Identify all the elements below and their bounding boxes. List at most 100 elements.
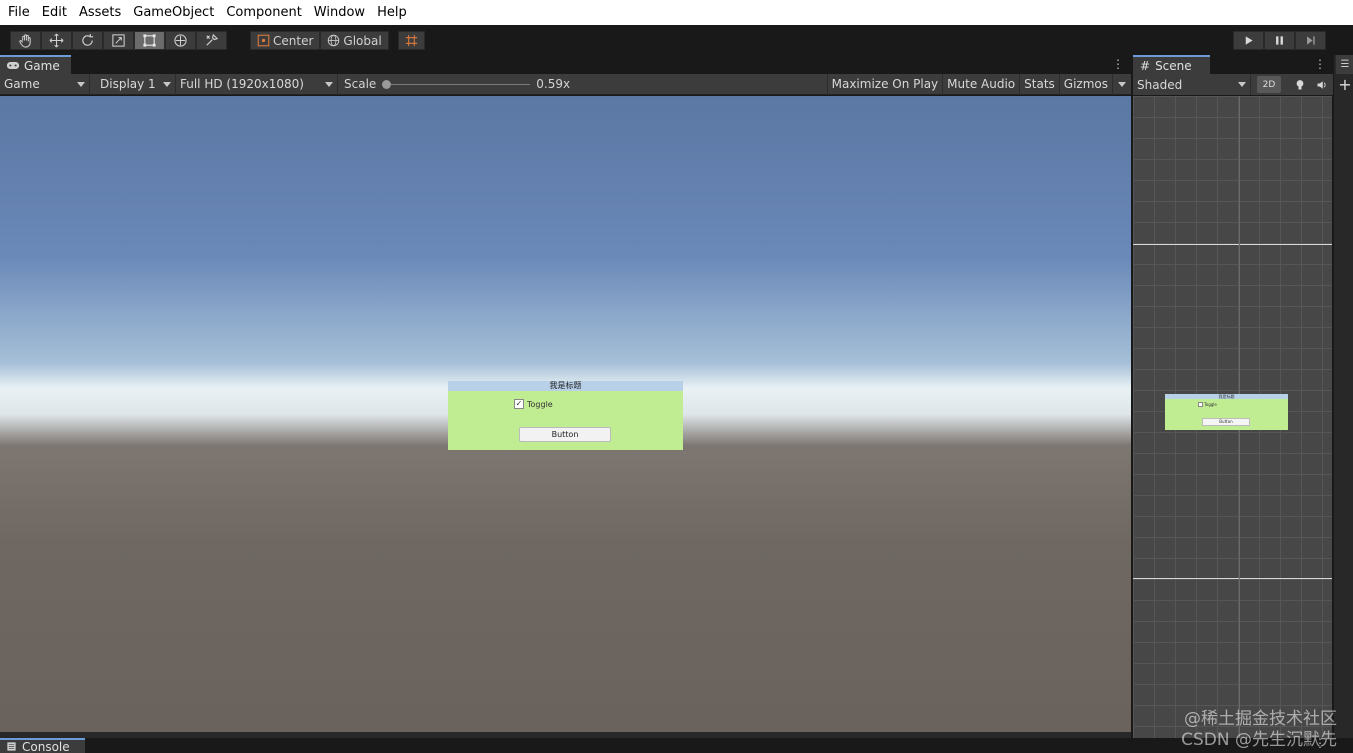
pivot-icon <box>257 34 270 47</box>
scale-slider[interactable] <box>382 79 531 90</box>
scale-icon <box>112 34 125 47</box>
game-view-select[interactable]: Game <box>0 73 90 95</box>
menu-component[interactable]: Component <box>220 0 307 25</box>
ui-panel-title: 我是标题 <box>448 381 683 391</box>
mute-audio-button[interactable]: Mute Audio <box>942 73 1019 95</box>
console-tab-bar: Console ⋮ <box>0 736 1353 753</box>
transform-tool-button[interactable] <box>165 31 196 50</box>
hierarchy-list-icon[interactable]: ☰ <box>1336 55 1353 74</box>
maximize-on-play-button[interactable]: Maximize On Play <box>826 73 943 95</box>
scene-tab-bar: # Scene ⋮ <box>1133 55 1333 74</box>
ui-toggle[interactable]: ✓ Toggle <box>514 399 553 409</box>
chevron-down-icon <box>77 81 85 87</box>
tab-game[interactable]: Game <box>0 55 71 74</box>
pause-button[interactable] <box>1264 31 1295 50</box>
step-icon <box>1307 36 1315 45</box>
scale-value: 0.59x <box>536 77 571 91</box>
game-viewport[interactable]: 我是标题 ✓ Toggle Button <box>0 96 1131 732</box>
add-icon[interactable]: + <box>1337 75 1353 94</box>
gizmos-button[interactable]: Gizmos <box>1058 73 1112 95</box>
gamepad-icon <box>6 62 20 69</box>
scene-2d-toggle[interactable]: 2D <box>1257 76 1281 93</box>
menu-edit[interactable]: Edit <box>36 0 73 25</box>
gizmos-dropdown-button[interactable] <box>1112 73 1131 95</box>
scale-slider-thumb[interactable] <box>382 79 392 89</box>
lightbulb-icon <box>1296 79 1304 89</box>
game-view-select-value: Game <box>4 77 40 91</box>
chevron-down-icon <box>1118 81 1126 87</box>
shading-mode-value: Shaded <box>1137 77 1183 92</box>
scene-control-bar: Shaded 2D <box>1133 74 1333 95</box>
canvas-bottom-edge <box>1133 578 1332 579</box>
menu-assets[interactable]: Assets <box>73 0 127 25</box>
globe-icon <box>328 34 340 47</box>
playmode-group <box>1233 31 1326 50</box>
scale-control: Scale 0.59x <box>338 74 576 95</box>
hand-tool-button[interactable] <box>10 31 41 50</box>
play-button[interactable] <box>1233 31 1264 50</box>
chevron-down-icon <box>325 81 333 87</box>
tab-game-label: Game <box>24 58 60 73</box>
grid-snap-button[interactable] <box>398 31 425 50</box>
step-button[interactable] <box>1295 31 1326 50</box>
speaker-icon <box>1317 80 1326 89</box>
checkmark-icon[interactable]: ✓ <box>514 399 524 409</box>
grid-snap-icon <box>405 34 418 47</box>
move-tool-button[interactable] <box>41 31 72 50</box>
ui-panel: 我是标题 ✓ Toggle Button <box>448 381 683 450</box>
shading-mode-select[interactable]: Shaded <box>1133 74 1251 95</box>
ui-button[interactable]: Button <box>519 427 611 442</box>
chevron-down-icon <box>1238 82 1246 87</box>
stats-button[interactable]: Stats <box>1019 73 1059 95</box>
scene-more-menu-icon[interactable]: ⋮ <box>1314 55 1326 74</box>
pivot-label: Center <box>273 33 314 48</box>
rotate-icon <box>82 33 94 46</box>
main-toolbar: Center Global <box>0 25 1353 55</box>
hand-icon <box>19 34 31 48</box>
scene-ui-panel[interactable]: 我是标题 Toggle Button <box>1165 394 1288 430</box>
ui-toggle-label: Toggle <box>527 399 553 409</box>
game-more-menu-icon[interactable]: ⋮ <box>1112 55 1124 74</box>
display-select-value: Display 1 <box>100 77 156 91</box>
tab-console[interactable]: Console <box>0 738 85 753</box>
menu-help[interactable]: Help <box>371 0 413 25</box>
right-side-panel-strip: ☰ + <box>1333 55 1353 738</box>
menu-gameobject[interactable]: GameObject <box>127 0 220 25</box>
scene-lighting-button[interactable] <box>1289 74 1311 95</box>
move-icon <box>49 33 64 48</box>
tab-console-label: Console <box>22 739 70 753</box>
space-global-button[interactable]: Global <box>320 31 389 50</box>
scene-viewport[interactable]: 我是标题 Toggle Button <box>1133 96 1332 738</box>
scale-slider-track <box>382 83 531 85</box>
console-icon <box>7 742 16 751</box>
tab-scene-label: Scene <box>1155 58 1192 73</box>
scale-label: Scale <box>344 77 377 91</box>
custom-tool-icon <box>206 33 219 46</box>
game-tab-bar: Game ⋮ <box>0 55 1131 74</box>
pivot-center-button[interactable]: Center <box>250 31 321 50</box>
tab-scene[interactable]: # Scene <box>1133 55 1210 74</box>
play-icon <box>1245 36 1253 45</box>
pivot-group: Center Global <box>250 31 389 50</box>
resolution-select-value: Full HD (1920x1080) <box>180 77 304 91</box>
game-control-bar: Game Display 1 Full HD (1920x1080) Scale… <box>0 73 1131 95</box>
scene-ui-toggle: Toggle <box>1198 402 1217 407</box>
watermark-line-1: @稀土掘金技术社区 <box>1184 709 1337 729</box>
snap-group <box>398 31 425 50</box>
resolution-select[interactable]: Full HD (1920x1080) <box>176 73 338 95</box>
menu-file[interactable]: File <box>2 0 36 25</box>
rect-tool-button[interactable] <box>134 31 165 50</box>
scene-ui-button: Button <box>1202 418 1250 426</box>
display-select[interactable]: Display 1 <box>90 73 176 95</box>
scale-tool-button[interactable] <box>103 31 134 50</box>
chevron-down-icon <box>163 81 171 87</box>
rotate-tool-button[interactable] <box>72 31 103 50</box>
canvas-top-edge <box>1133 244 1332 245</box>
scene-audio-button[interactable] <box>1311 74 1333 95</box>
space-label: Global <box>343 33 382 48</box>
transform-icon <box>174 34 187 47</box>
custom-tool-button[interactable] <box>196 31 227 50</box>
menu-window[interactable]: Window <box>308 0 371 25</box>
transform-tools <box>10 31 227 50</box>
checkbox-icon <box>1198 402 1203 407</box>
